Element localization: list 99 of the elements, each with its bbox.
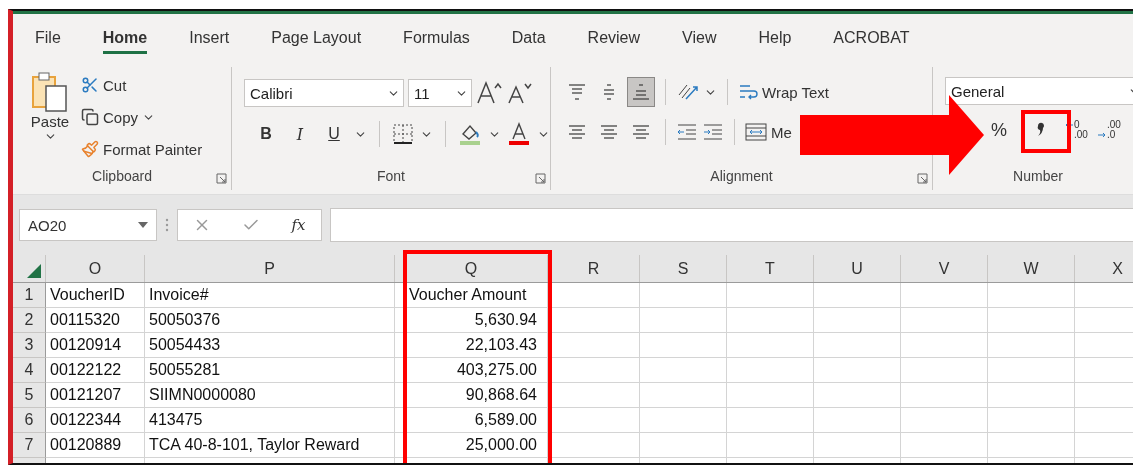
column-header[interactable]: P	[145, 255, 395, 282]
table-cell: 403,275.00	[395, 358, 548, 383]
copy-button[interactable]: Copy	[81, 103, 203, 131]
dialog-launcher-icon[interactable]	[216, 173, 227, 184]
ribbon-tab[interactable]: Insert	[189, 22, 230, 54]
table-cell: Voucher Amount	[395, 283, 548, 308]
row-header[interactable]: 5	[13, 383, 46, 408]
ribbon-tab[interactable]: Page Layout	[271, 22, 362, 54]
ribbon-tab[interactable]: View	[682, 22, 717, 54]
percent-button[interactable]: %	[989, 115, 1009, 145]
shrink-font-icon[interactable]	[506, 81, 532, 105]
ribbon-tab[interactable]: File	[35, 22, 61, 54]
font-size-dropdown[interactable]: 11	[408, 79, 472, 107]
format-painter-button[interactable]: Format Painter	[81, 135, 203, 163]
arrow-icon	[1097, 132, 1106, 138]
ribbon-tab[interactable]: ACROBAT	[833, 22, 910, 54]
caret-icon	[138, 222, 148, 228]
grow-font-icon[interactable]	[476, 81, 502, 105]
table-cell: 00120914	[46, 333, 145, 358]
column-header[interactable]: W	[988, 255, 1075, 282]
table-cell: 413475	[145, 408, 395, 433]
table-cell: 00122122	[46, 358, 145, 383]
name-box[interactable]: AO20	[19, 209, 157, 241]
column-header[interactable]: X	[1075, 255, 1133, 282]
scissors-icon	[81, 76, 99, 94]
align-center-icon	[601, 125, 617, 139]
table-cell: 00115320	[46, 308, 145, 333]
borders-icon[interactable]	[392, 123, 414, 145]
vertical-align-button[interactable]	[627, 77, 655, 107]
column-header[interactable]: Q	[395, 255, 548, 282]
row-header[interactable]: 6	[13, 408, 46, 433]
dialog-launcher-icon[interactable]	[917, 173, 928, 184]
table-cell: TCA 40-8-101, Taylor Reward	[145, 433, 395, 458]
ribbon-tab[interactable]: Data	[511, 22, 546, 54]
group-label: Number	[1013, 168, 1063, 185]
font-color-icon[interactable]	[507, 122, 531, 146]
row-header[interactable]: 7	[13, 433, 46, 458]
wrap-text-icon	[738, 82, 758, 102]
ribbon-tab[interactable]: Help	[758, 22, 792, 54]
decrease-indent-icon[interactable]	[676, 122, 698, 142]
ribbon-tab[interactable]: Home	[102, 22, 148, 54]
row-header[interactable]: 4	[13, 358, 46, 383]
align-lines-icon	[601, 84, 617, 100]
group-label: Font	[377, 168, 405, 185]
column-header[interactable]: R	[548, 255, 640, 282]
align-lines-icon	[633, 84, 649, 100]
arrow-icon	[1065, 122, 1073, 128]
italic-button[interactable]: I	[286, 119, 314, 149]
insert-function-button[interactable]: fx	[291, 216, 306, 234]
paste-button[interactable]: Paste	[27, 71, 73, 143]
table-cell: 50055281	[145, 358, 395, 383]
table-cell: 6,589.00	[395, 408, 548, 433]
align-lines-icon	[569, 84, 585, 100]
column-header[interactable]: V	[901, 255, 988, 282]
table-cell: 90,868.64	[395, 383, 548, 408]
number-format-dropdown[interactable]: General	[945, 77, 1133, 105]
merge-icon	[745, 122, 767, 142]
group-label: Clipboard	[92, 168, 152, 185]
cut-button[interactable]: Cut	[81, 71, 203, 99]
merge-button[interactable]: Me	[745, 118, 792, 146]
clipboard-icon	[31, 71, 69, 113]
row-header[interactable]: 2	[13, 308, 46, 333]
formula-field[interactable]	[330, 208, 1133, 242]
table-cell: 00122344	[46, 408, 145, 433]
table-cell: 5,630.94	[395, 308, 548, 333]
column-header[interactable]: T	[727, 255, 814, 282]
paintbrush-icon	[81, 140, 99, 158]
group-label: Alignment	[710, 168, 773, 185]
row-header[interactable]: 3	[13, 333, 46, 358]
table-cell: VoucherID	[46, 283, 145, 308]
table-cell: 50050376	[145, 308, 395, 333]
column-header[interactable]: O	[46, 255, 145, 282]
copy-icon	[81, 108, 99, 126]
column-header[interactable]: U	[814, 255, 901, 282]
wrap-text-button[interactable]: Wrap Text	[738, 78, 829, 106]
fill-color-icon[interactable]	[458, 122, 482, 146]
align-left-icon	[569, 125, 585, 139]
table-cell: 22,103.43	[395, 333, 548, 358]
table-cell: 50054433	[145, 333, 395, 358]
bold-button[interactable]: B	[252, 119, 280, 149]
select-all-icon[interactable]	[27, 264, 41, 278]
ribbon-tab[interactable]: Formulas	[403, 22, 470, 54]
dialog-launcher-icon[interactable]	[535, 173, 546, 184]
font-name-dropdown[interactable]: Calibri	[244, 79, 404, 107]
ribbon-tab[interactable]: Review	[587, 22, 641, 54]
row-header[interactable]: 1	[13, 283, 46, 308]
more-icon	[165, 217, 169, 233]
underline-button[interactable]: U	[320, 119, 348, 149]
table-cell: 25,000.00	[395, 433, 548, 458]
align-right-icon	[633, 125, 649, 139]
increase-decimal-button[interactable]: 0 .00	[1065, 120, 1088, 140]
decrease-decimal-button[interactable]: .00 .0	[1097, 120, 1121, 140]
table-cell: SIIMN0000080	[145, 383, 395, 408]
column-header[interactable]: S	[640, 255, 727, 282]
table-cell: 00120889	[46, 433, 145, 458]
table-cell: Invoice#	[145, 283, 395, 308]
highlight-box	[1021, 110, 1071, 153]
increase-indent-icon[interactable]	[702, 122, 724, 142]
table-cell: 00121207	[46, 383, 145, 408]
